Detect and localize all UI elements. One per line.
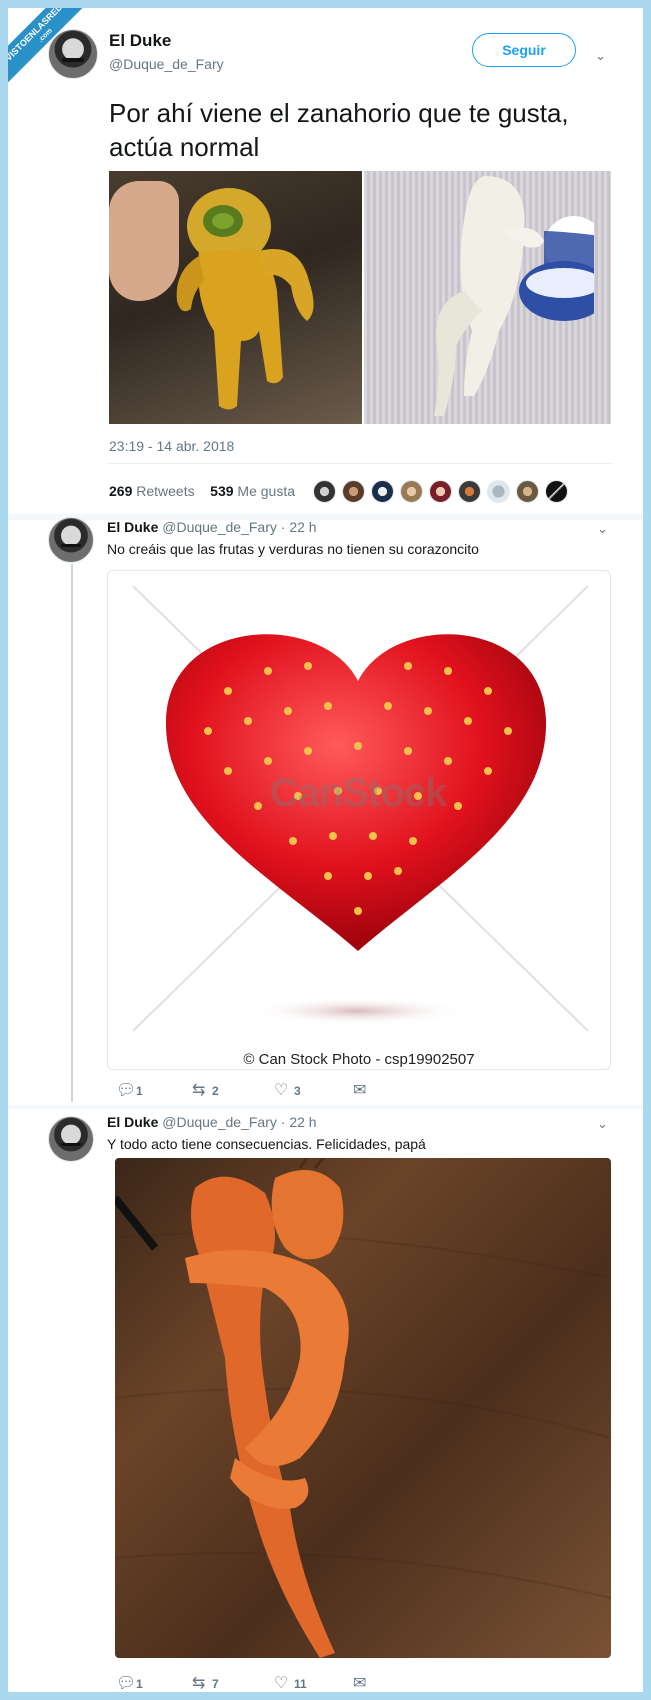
like-action[interactable]: ♡ 11 [274, 1673, 307, 1692]
heart-icon: ♡ [274, 1675, 289, 1692]
liker-avatar[interactable] [371, 480, 394, 503]
reply-time[interactable]: · 22 h [281, 1114, 317, 1130]
author-handle[interactable]: @Duque_de_Fary [162, 519, 277, 535]
retweet-count[interactable]: 269 [109, 483, 132, 499]
liker-avatar[interactable] [545, 480, 568, 503]
envelope-icon: ✉ [353, 1675, 367, 1692]
like-count: 11 [294, 1677, 307, 1691]
tweet-stats: 269 Retweets 539 Me gusta [109, 483, 295, 499]
tweet-thread: VISTOENLASREDES .com El Duke @Duque_de_F… [8, 8, 643, 1692]
liker-avatar[interactable] [429, 480, 452, 503]
tweet-text: Por ahí viene el zanahorio que te gusta,… [109, 98, 569, 162]
yellow-carrot-figure [176, 188, 314, 410]
retweet-count: 2 [212, 1084, 219, 1098]
radish-figure [434, 176, 594, 416]
speech-bubble-icon: 💬︎ [116, 1082, 137, 1099]
follow-button[interactable]: Seguir [472, 33, 576, 67]
like-action[interactable]: ♡ 3 [274, 1080, 301, 1100]
reply-time[interactable]: · 22 h [281, 519, 317, 535]
author-name[interactable]: El Duke [107, 519, 158, 535]
retweet-label[interactable]: Retweets [136, 483, 194, 499]
retweet-action[interactable]: ⇆ 7 [192, 1673, 219, 1692]
reply-text: Y todo acto tiene consecuencias. Felicid… [107, 1136, 426, 1152]
heart-icon: ♡ [274, 1082, 289, 1099]
liker-avatar[interactable] [458, 480, 481, 503]
retweet-action[interactable]: ⇆ 2 [192, 1080, 219, 1100]
author-handle[interactable]: @Duque_de_Fary [109, 56, 224, 72]
avatar[interactable] [48, 1116, 94, 1162]
section-separator [8, 1105, 643, 1109]
reply-photo-strawberry-heart[interactable]: CanStock © Can Stock Photo - csp19902507 [107, 570, 611, 1070]
retweet-icon: ⇆ [192, 1082, 206, 1099]
thread-connector [71, 564, 73, 1102]
avatar[interactable] [48, 517, 94, 563]
author-name[interactable]: El Duke [109, 31, 171, 51]
author-handle[interactable]: @Duque_de_Fary [162, 1114, 277, 1130]
chevron-down-icon[interactable]: ⌄ [597, 521, 608, 537]
section-separator [8, 514, 643, 520]
avatar[interactable] [48, 29, 98, 79]
liker-avatar[interactable] [400, 480, 423, 503]
chevron-down-icon[interactable]: ⌄ [597, 1116, 608, 1132]
author-name[interactable]: El Duke [107, 1114, 158, 1130]
reply-count: 1 [136, 1677, 143, 1691]
stock-watermark: CanStock [269, 771, 448, 815]
reply-text: No creáis que las frutas y verduras no t… [107, 541, 479, 557]
retweet-count: 7 [212, 1677, 219, 1691]
reply-header: El Duke @Duque_de_Fary · 22 h [107, 519, 317, 535]
reply-action[interactable]: 💬︎1 [116, 1673, 143, 1692]
hugging-carrots-figure [115, 1158, 611, 1658]
divider [109, 463, 611, 464]
liker-avatar[interactable] [516, 480, 539, 503]
strawberry-heart-figure [132, 585, 589, 1032]
tweet-photo-radish[interactable] [364, 171, 611, 424]
liker-avatar[interactable] [487, 480, 510, 503]
dm-action[interactable]: ✉ [353, 1080, 373, 1100]
tweet-timestamp[interactable]: 23:19 - 14 abr. 2018 [109, 438, 234, 454]
reply-count: 1 [136, 1084, 143, 1098]
dm-action[interactable]: ✉ [353, 1673, 373, 1692]
retweet-icon: ⇆ [192, 1675, 206, 1692]
stock-caption: © Can Stock Photo - csp19902507 [243, 1051, 475, 1068]
envelope-icon: ✉ [353, 1082, 367, 1099]
reply-photo-hugging-carrots[interactable] [115, 1158, 611, 1658]
speech-bubble-icon: 💬︎ [116, 1675, 137, 1692]
reply-header: El Duke @Duque_de_Fary · 22 h [107, 1114, 317, 1130]
chevron-down-icon[interactable]: ⌄ [595, 48, 606, 64]
liker-avatar[interactable] [313, 480, 336, 503]
reply-action[interactable]: 💬︎1 [116, 1080, 143, 1100]
tweet-photo-carrot[interactable] [109, 171, 362, 424]
like-label[interactable]: Me gusta [237, 483, 295, 499]
liker-avatar[interactable] [342, 480, 365, 503]
like-count: 3 [294, 1084, 301, 1098]
like-count[interactable]: 539 [210, 483, 233, 499]
